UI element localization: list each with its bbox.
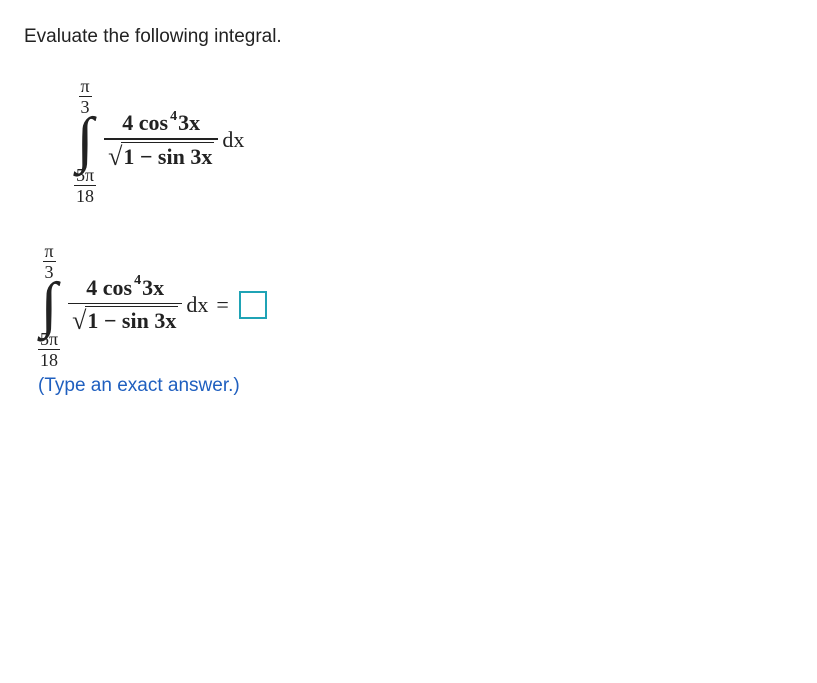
- integrand-2: 4 cos43x √ 1 − sin 3x dx =: [68, 275, 267, 336]
- answer-hint: (Type an exact answer.): [38, 375, 793, 397]
- lower-limit: 5π 18: [74, 165, 96, 205]
- answer-input[interactable]: [239, 291, 267, 319]
- sqrt-icon-2: √: [72, 308, 86, 334]
- integral-display: π 3 ∫ 5π 18 4 cos43x: [74, 76, 793, 205]
- upper-limit-num: π: [79, 77, 92, 95]
- lower-limit-num: 5π: [74, 166, 96, 184]
- integrand-denominator: √ 1 − sin 3x: [104, 140, 218, 171]
- integral-symbol-2: ∫: [41, 279, 58, 332]
- integral-sign-block: π 3 ∫ 5π 18: [74, 76, 96, 205]
- answer-line: π 3 ∫ 5π 18 4 cos43x: [38, 241, 793, 398]
- integral-sign-block-2: π 3 ∫ 5π 18: [38, 241, 60, 370]
- integral-symbol: ∫: [77, 114, 94, 167]
- equals-sign: =: [216, 292, 228, 318]
- dx: dx: [222, 127, 244, 153]
- integral-expression: π 3 ∫ 5π 18 4 cos43x: [74, 76, 793, 205]
- integrand: 4 cos43x √ 1 − sin 3x dx: [104, 110, 244, 171]
- num-exponent: 4: [170, 109, 177, 124]
- lower-limit-den: 18: [74, 187, 96, 205]
- lower-limit-2: 5π 18: [38, 329, 60, 369]
- radicand: 1 − sin 3x: [121, 142, 214, 170]
- num-coef: 4 cos: [122, 110, 168, 135]
- sqrt-icon: √: [108, 144, 122, 170]
- num-arg: 3x: [178, 110, 200, 135]
- integrand-numerator: 4 cos43x: [118, 110, 204, 138]
- problem-prompt: Evaluate the following integral.: [24, 26, 793, 48]
